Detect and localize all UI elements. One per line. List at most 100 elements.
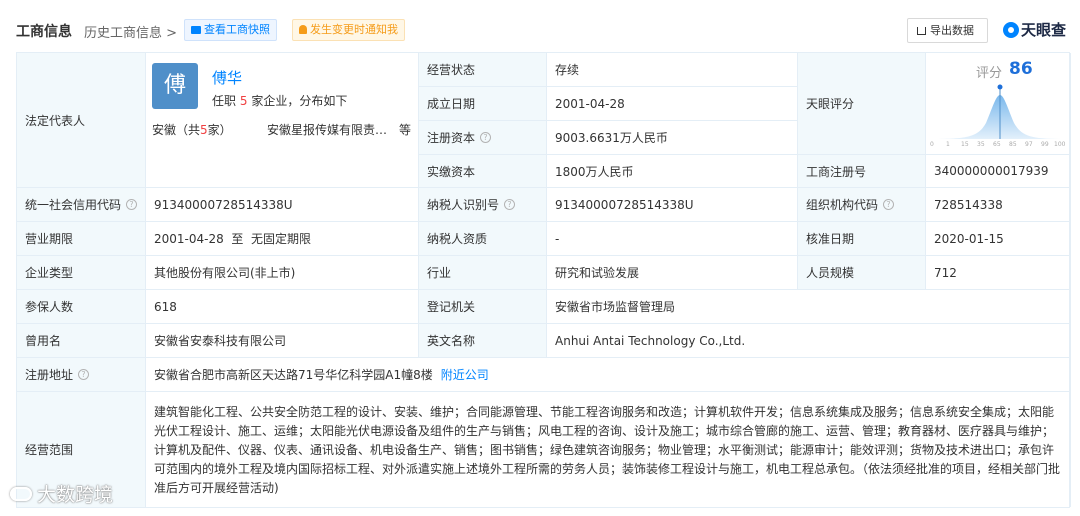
org-label: 组织机构代码 [806,198,879,212]
bell-icon [299,25,307,34]
paid-value-cell: 1800万人民币 [547,155,798,188]
rep-prov-prefix: 安徽（共 [152,123,201,137]
credit-label-cell: 统一社会信用代码? [17,188,146,222]
regno-value-cell: 340000000017939 [926,155,1071,188]
score-value: 86 [1009,59,1033,79]
legal-rep-more[interactable]: 等 [399,121,411,138]
approve-label: 核准日期 [806,232,855,246]
org-value: 728514338 [934,197,1003,212]
type-label: 企业类型 [25,266,74,280]
addr-value: 安徽省合肥市高新区天达路71号华亿科学园A1幢8楼 [154,368,433,382]
paid-label-cell: 实缴资本 [419,155,547,188]
legal-rep-label-cell: 法定代表人 [17,53,146,188]
logo-text: 天眼查 [1021,21,1067,39]
legal-rep-label: 法定代表人 [25,113,86,128]
snapshot-label: 查看工商快照 [204,23,270,36]
notify-button[interactable]: 发生变更时通知我 [292,19,405,41]
help-icon[interactable]: ? [504,199,516,210]
help-icon[interactable]: ? [883,199,895,210]
type-label-cell: 企业类型 [17,256,146,290]
axis-tick: 1 [946,141,950,148]
notify-label: 发生变更时通知我 [310,23,398,36]
score-label-cell: 天眼评分 [798,53,926,155]
en-value: Anhui Antai Technology Co.,Ltd. [555,333,746,348]
history-link[interactable]: 历史工商信息 > [84,22,177,41]
est-value-cell: 2001-04-28 [547,87,798,121]
score-text: 评分 [976,66,1003,81]
legal-rep-province[interactable]: 安徽（共5家） [152,121,232,138]
taxq-label-cell: 纳税人资质 [419,222,547,256]
nearby-companies-link[interactable]: 附近公司 [441,366,489,383]
snapshot-button[interactable]: 查看工商快照 [184,19,277,41]
axis-tick: 15 [961,141,969,148]
taxq-label: 纳税人资质 [427,232,488,246]
en-label: 英文名称 [427,334,476,348]
legal-rep-name[interactable]: 傅华 [212,67,242,88]
term-label-cell: 营业期限 [17,222,146,256]
est-label-cell: 成立日期 [419,87,547,121]
rep-prov-suffix: 家） [207,123,232,137]
term-value: 2001-04-28 至 无固定期限 [154,232,311,246]
taxid-value-cell: 91340000728514338U [547,188,798,222]
regno-label: 工商注册号 [806,164,867,179]
rep-sub-prefix: 任职 [212,94,237,108]
legal-rep-summary: 任职 5 家企业，分布如下 [212,92,347,109]
addr-label-cell: 注册地址? [17,358,146,392]
approve-value-cell: 2020-01-15 [926,222,1071,256]
help-icon[interactable]: ? [126,199,137,210]
credit-label: 统一社会信用代码 [25,198,122,212]
type-value: 其他股份有限公司(非上市) [154,266,296,280]
regno-value: 340000000017939 [934,164,1049,178]
capital-value: 9003.6631万人民币 [555,131,668,145]
axis-tick: 65 [993,141,1001,148]
score-label: 天眼评分 [806,97,855,111]
est-label: 成立日期 [427,97,476,111]
legal-rep-company[interactable]: 安徽星报传媒有限责… [267,121,387,138]
score-distribution-chart [930,84,1066,139]
type-value-cell: 其他股份有限公司(非上市) [146,256,419,290]
org-value-cell: 728514338 [926,188,1071,222]
distribution-area [930,95,1066,139]
avatar[interactable]: 傅 [152,63,198,109]
former-value-cell: 安徽省安泰科技有限公司 [146,324,419,358]
term-label: 营业期限 [25,232,74,246]
status-label-cell: 经营状态 [419,53,547,87]
industry-value-cell: 研究和试验发展 [547,256,798,290]
watermark: 大数跨境 [10,480,113,507]
scope-label: 经营范围 [25,443,74,457]
axis-tick: 85 [1009,141,1017,148]
former-value: 安徽省安泰科技有限公司 [154,334,287,348]
credit-value: 91340000728514338U [154,197,293,212]
score-cell[interactable]: 评分 86 0 1 15 35 65 85 97 99 100 [926,53,1071,155]
paid-label: 实缴资本 [427,164,476,179]
insured-label-cell: 参保人数 [17,290,146,324]
rep-prov-count: 5 [200,123,208,137]
industry-value: 研究和试验发展 [555,266,640,280]
score-marker-dot [997,84,1003,90]
scope-value: 建筑智能化工程、公共安全防范工程的设计、安装、维护；合同能源管理、节能工程咨询服… [154,405,1061,495]
status-value: 存续 [555,63,580,77]
header-bar: 工商信息 历史工商信息 > 查看工商快照 发生变更时通知我 导出数据 天眼查 [0,0,1080,52]
org-label-cell: 组织机构代码? [798,188,926,222]
staff-label-cell: 人员规模 [798,256,926,290]
former-label-cell: 曾用名 [17,324,146,358]
help-icon[interactable]: ? [480,132,492,143]
former-label: 曾用名 [25,334,62,348]
addr-label: 注册地址 [25,368,74,382]
approve-label-cell: 核准日期 [798,222,926,256]
export-button[interactable]: 导出数据 [907,18,988,43]
taxid-label: 纳税人识别号 [427,198,500,212]
axis-tick: 97 [1025,141,1033,148]
staff-label: 人员规模 [806,266,855,280]
axis-tick: 0 [930,141,934,148]
authority-label: 登记机关 [427,300,476,314]
status-label: 经营状态 [427,63,476,77]
watermark-text: 大数跨境 [37,484,114,506]
help-icon[interactable]: ? [78,369,90,380]
en-value-cell: Anhui Antai Technology Co.,Ltd. [547,324,1071,358]
capital-label-cell: 注册资本? [419,121,547,155]
axis-tick: 35 [977,141,985,148]
logo-eye-icon [1003,22,1019,38]
rep-company-count: 5 [239,94,248,108]
status-value-cell: 存续 [547,53,798,87]
